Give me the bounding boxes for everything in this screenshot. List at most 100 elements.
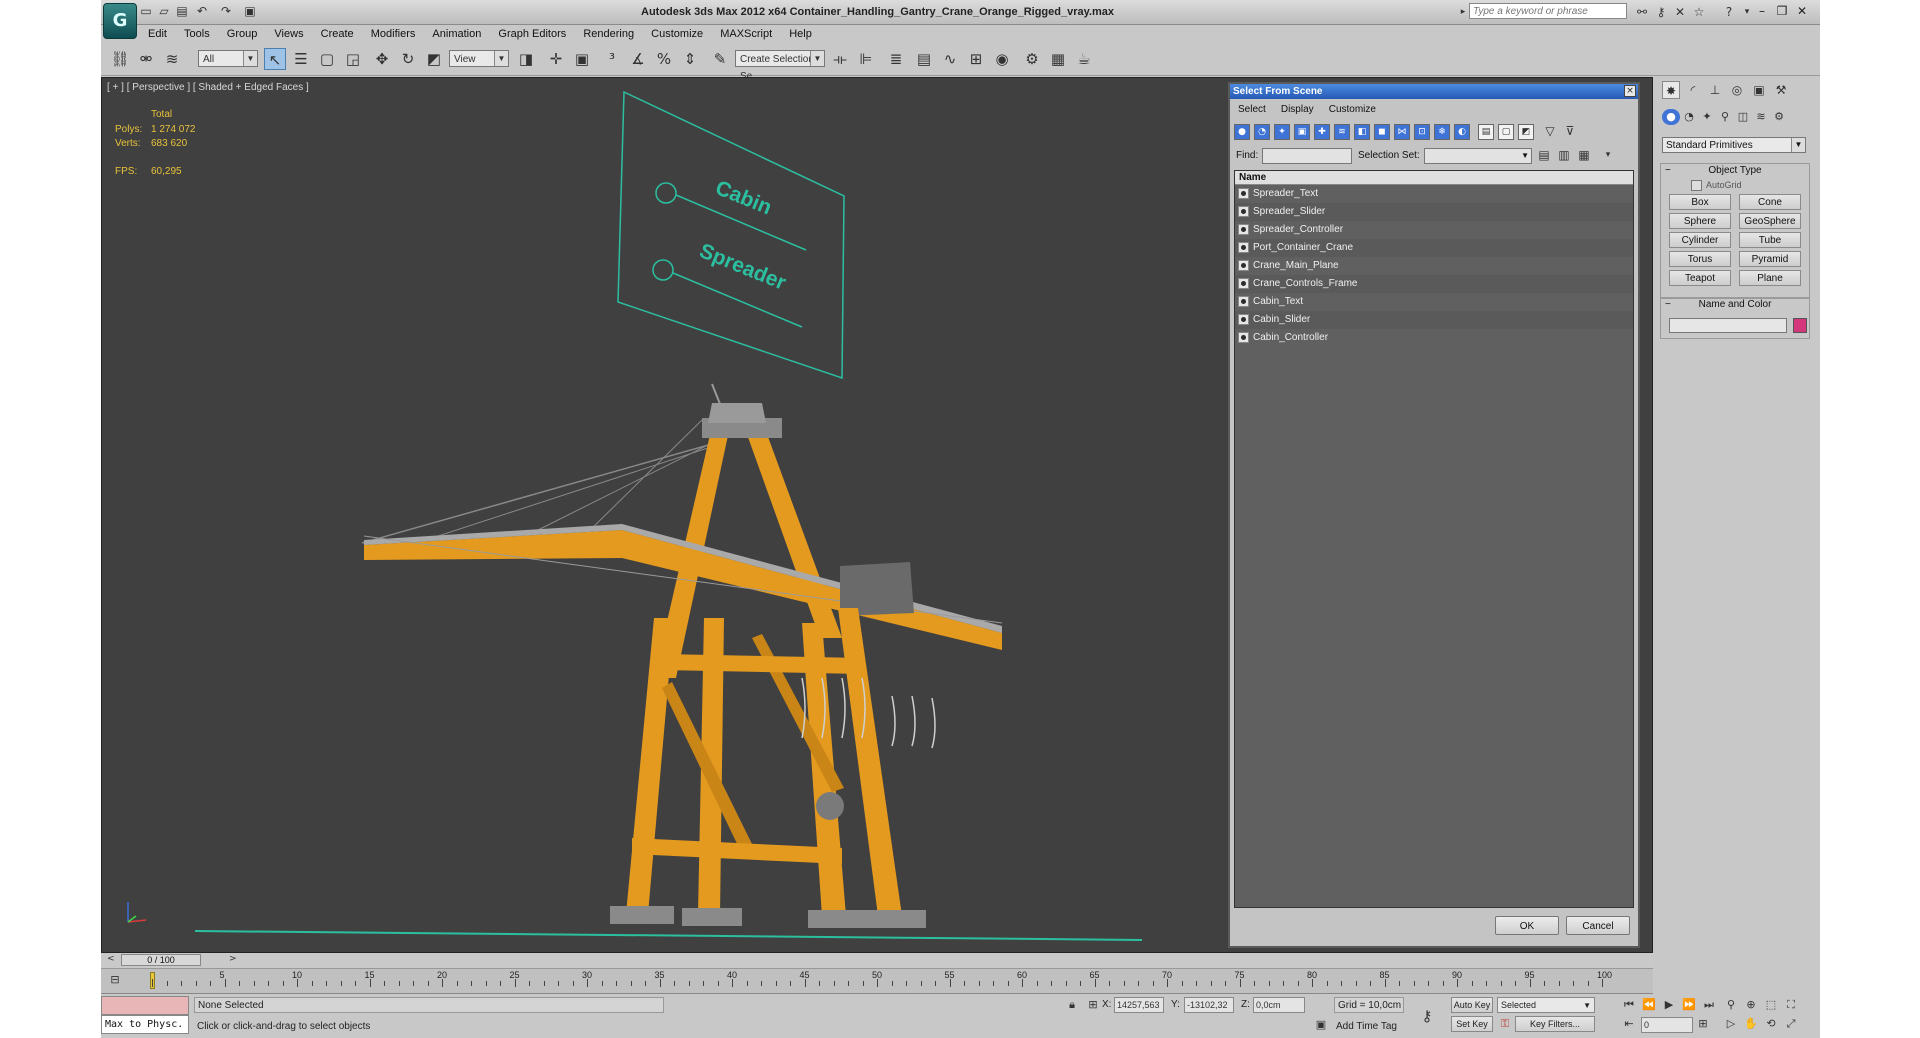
pan-view-icon[interactable]: ✋ (1743, 1016, 1759, 1032)
display-frozen-icon[interactable]: ❄ (1434, 124, 1450, 140)
object-name-field[interactable] (1669, 318, 1787, 333)
find-options-icon[interactable]: ▾ (1600, 148, 1616, 164)
geosphere-button[interactable]: GeoSphere (1739, 213, 1801, 229)
time-configuration-icon[interactable]: ⊞ (1695, 1016, 1711, 1032)
set-key-icon[interactable]: ⚿ (1497, 1016, 1513, 1032)
named-selection-set-dropdown[interactable]: Create Selection Se▼ (735, 50, 825, 82)
key-mode-toggle-icon[interactable]: ⇤ (1621, 1016, 1637, 1032)
object-color-swatch[interactable] (1793, 318, 1807, 333)
set-key-mode-icon[interactable]: ⚷ (1419, 1008, 1435, 1024)
dialog-menu-select[interactable]: Select (1238, 102, 1266, 118)
key-selection-dropdown[interactable]: Selected ▼ (1497, 997, 1595, 1013)
helpers-category-icon[interactable]: ◫ (1734, 109, 1752, 125)
display-cameras-icon[interactable]: ▣ (1294, 124, 1310, 140)
display-tab-icon[interactable]: ▣ (1750, 81, 1768, 99)
object-type-rollout-header[interactable]: − Object Type (1661, 164, 1809, 178)
communication-center-icon[interactable]: ✕ (1672, 4, 1688, 20)
select-and-scale-icon[interactable]: ◩ (423, 48, 445, 70)
mini-curve-editor-icon[interactable]: ⊟ (105, 971, 125, 989)
cone-button[interactable]: Cone (1739, 194, 1801, 210)
display-groups-icon[interactable]: ◧ (1354, 124, 1370, 140)
menu-group[interactable]: Group (220, 25, 265, 43)
next-frame-icon[interactable]: ⏩ (1681, 997, 1697, 1013)
go-to-end-icon[interactable]: ⏭ (1701, 997, 1717, 1013)
filter-options-icon[interactable]: ⊽ (1562, 124, 1578, 140)
snaps-toggle-icon[interactable]: ³ (601, 48, 623, 70)
display-xrefs-icon[interactable]: ◼ (1374, 124, 1390, 140)
go-to-start-icon[interactable]: ⏮ (1621, 997, 1637, 1013)
select-object-icon[interactable]: ↖ (264, 48, 286, 70)
space-warps-category-icon[interactable]: ≋ (1752, 109, 1770, 125)
selection-filter-dropdown[interactable]: All ▼ (198, 50, 258, 67)
render-production-icon[interactable]: ☕ (1073, 48, 1095, 70)
maxscript-listener-input[interactable]: Max to Physc. (101, 1015, 189, 1034)
restore-icon[interactable]: ❐ (1773, 3, 1791, 19)
menu-customize[interactable]: Customize (644, 25, 710, 43)
list-item[interactable]: Spreader_Slider (1235, 203, 1633, 221)
cancel-button[interactable]: Cancel (1566, 916, 1630, 935)
menu-maxscript[interactable]: MAXScript (713, 25, 779, 43)
select-and-link-icon[interactable]: ⛓ (109, 48, 131, 70)
motion-tab-icon[interactable]: ◎ (1728, 81, 1746, 99)
select-invert-icon[interactable]: ◩ (1518, 124, 1534, 140)
open-file-icon[interactable]: ▱ (157, 4, 171, 18)
zoom-extents-all-icon[interactable]: ⛶ (1783, 997, 1799, 1013)
menu-modifiers[interactable]: Modifiers (364, 25, 423, 43)
list-item[interactable]: Cabin_Text (1235, 293, 1633, 311)
key-icon[interactable]: ⚷ (1653, 4, 1669, 20)
list-item[interactable]: Crane_Controls_Frame (1235, 275, 1633, 293)
display-geometry-icon[interactable]: ● (1234, 124, 1250, 140)
close-icon[interactable]: ✕ (1793, 3, 1811, 19)
bind-space-warp-icon[interactable]: ≋ (161, 48, 183, 70)
mirror-icon[interactable]: ⟛ (829, 48, 851, 70)
menu-help[interactable]: Help (782, 25, 819, 43)
tube-button[interactable]: Tube (1739, 232, 1801, 248)
sphere-button[interactable]: Sphere (1669, 213, 1731, 229)
dialog-menu-customize[interactable]: Customize (1329, 102, 1376, 118)
application-menu-button[interactable]: G (103, 3, 137, 39)
orbit-icon[interactable]: ⟲ (1763, 1016, 1779, 1032)
edit-named-selection-icon[interactable]: ✎ (709, 48, 731, 70)
menu-views[interactable]: Views (267, 25, 310, 43)
window-crossing-icon[interactable]: ◲ (342, 48, 364, 70)
systems-category-icon[interactable]: ⚙ (1770, 109, 1788, 125)
list-item[interactable]: Crane_Main_Plane (1235, 257, 1633, 275)
time-tag-icon[interactable]: ▣ (1313, 1017, 1329, 1033)
teapot-button[interactable]: Teapot (1669, 270, 1731, 286)
time-slider-thumb[interactable]: 0 / 100 (121, 954, 201, 966)
menu-tools[interactable]: Tools (177, 25, 217, 43)
play-icon[interactable]: ▶ (1661, 997, 1677, 1013)
primitive-category-dropdown[interactable]: Standard Primitives ▼ (1662, 137, 1806, 153)
keyboard-shortcut-override-icon[interactable]: ▣ (571, 48, 593, 70)
z-coordinate-field[interactable]: 0,0cm (1253, 997, 1305, 1013)
name-and-color-rollout-header[interactable]: − Name and Color (1661, 298, 1809, 312)
percent-snap-icon[interactable]: % (653, 48, 675, 70)
zoom-icon[interactable]: ⚲ (1723, 997, 1739, 1013)
schematic-view-icon[interactable]: ⊞ (965, 48, 987, 70)
y-coordinate-field[interactable]: -13102,32 (1184, 997, 1234, 1013)
set-key-button[interactable]: Set Key (1451, 1016, 1493, 1032)
zoom-all-icon[interactable]: ⊕ (1743, 997, 1759, 1013)
display-lights-icon[interactable]: ✦ (1274, 124, 1290, 140)
cylinder-button[interactable]: Cylinder (1669, 232, 1731, 248)
display-bones-icon[interactable]: ⋈ (1394, 124, 1410, 140)
binoculars-icon[interactable]: ⚯ (1634, 4, 1650, 20)
render-setup-icon[interactable]: ⚙ (1021, 48, 1043, 70)
new-file-icon[interactable]: ▭ (139, 4, 153, 18)
lock-selection-icon[interactable]: 🔒︎ (1064, 997, 1080, 1013)
pyramid-button[interactable]: Pyramid (1739, 251, 1801, 267)
curve-editor-icon[interactable]: ∿ (939, 48, 961, 70)
display-containers-icon[interactable]: ⊡ (1414, 124, 1430, 140)
reference-coordinate-dropdown[interactable]: View ▼ (449, 50, 509, 67)
modify-tab-icon[interactable]: ◜ (1684, 81, 1702, 99)
menu-edit[interactable]: Edit (141, 25, 174, 43)
zoom-extents-icon[interactable]: ⬚ (1763, 997, 1779, 1013)
geometry-category-icon[interactable]: ● (1662, 109, 1680, 125)
time-slider[interactable]: < 0 / 100 > (101, 953, 1653, 969)
project-folder-icon[interactable]: ▣ (243, 4, 257, 18)
unlink-icon[interactable]: ⚮ (135, 48, 157, 70)
list-item[interactable]: Port_Container_Crane (1235, 239, 1633, 257)
minimize-icon[interactable]: – (1753, 3, 1771, 19)
list-item[interactable]: Spreader_Controller (1235, 221, 1633, 239)
favorites-star-icon[interactable]: ☆ (1691, 4, 1707, 20)
